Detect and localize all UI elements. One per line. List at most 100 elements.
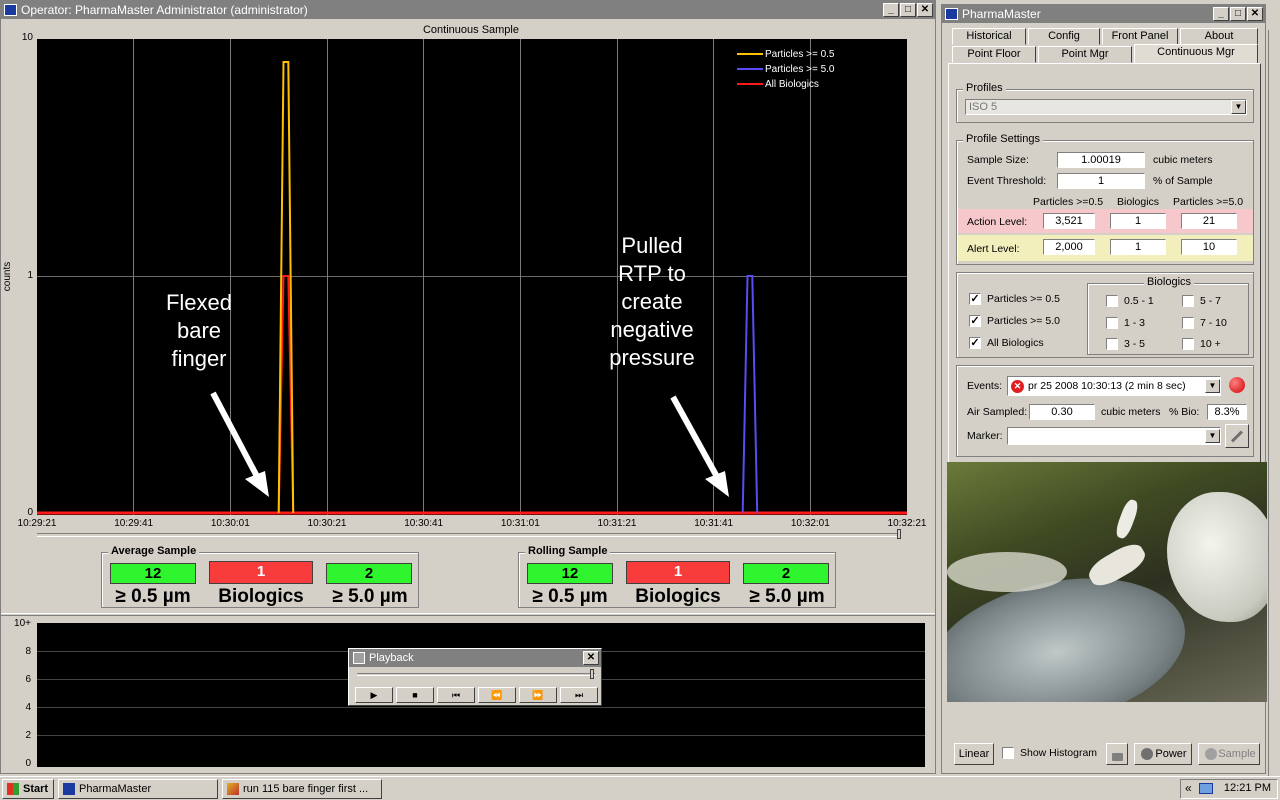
maximize-button[interactable]: □	[900, 3, 916, 17]
tab-about[interactable]: About	[1180, 28, 1258, 45]
hist-y-tick-2: 2	[25, 730, 31, 741]
avg-p50-value: 2	[326, 563, 412, 584]
pharmamaster-icon	[945, 8, 958, 20]
action-level-p05[interactable]: 3,521	[1043, 213, 1095, 229]
series-layer	[37, 61, 907, 515]
skip-start-button[interactable]: ⏮	[437, 687, 475, 703]
taskbar: Start PharmaMaster run 115 bare finger f…	[0, 776, 1280, 800]
pane-splitter[interactable]	[1, 613, 935, 616]
col-header-p05: Particles >=0.5	[1033, 196, 1104, 208]
alert-level-p50[interactable]: 10	[1181, 239, 1237, 255]
annotation-flexed-finger: Flexed bare finger	[165, 290, 233, 371]
continuous-sample-plot[interactable]: Particles >= 0.5 Particles >= 5.0 All Bi…	[37, 39, 907, 515]
pm-minimize-button[interactable]: _	[1213, 7, 1229, 21]
alert-level-bio[interactable]: 1	[1110, 239, 1166, 255]
arrow-right-icon	[670, 395, 729, 497]
tab-config[interactable]: Config	[1028, 28, 1100, 45]
chk-bio-5-7[interactable]	[1182, 295, 1194, 307]
bio-range-1-3: 1 - 3	[1124, 317, 1146, 329]
roll-p50-value: 2	[743, 563, 829, 584]
record-indicator-icon[interactable]	[1229, 377, 1245, 393]
playback-slider-thumb[interactable]	[590, 669, 594, 679]
chk-p05[interactable]: ✓	[969, 293, 981, 305]
tab-continuous-mgr[interactable]: Continuous Mgr	[1134, 44, 1258, 64]
bio-range-10-plus: 10 +	[1200, 338, 1221, 350]
event-threshold-field[interactable]: 1	[1057, 173, 1145, 189]
events-value: pr 25 2008 10:30:13 (2 min 8 sec)	[1028, 380, 1186, 392]
tab-historical[interactable]: Historical	[952, 28, 1026, 45]
chk-bio-10-plus[interactable]	[1182, 338, 1194, 350]
chk-bio-3-5[interactable]	[1106, 338, 1118, 350]
operator-window-title: Operator: PharmaMaster Administrator (ad…	[21, 3, 308, 17]
profiles-legend: Profiles	[963, 82, 1006, 94]
chk-p50[interactable]: ✓	[969, 315, 981, 327]
pencil-icon	[1230, 430, 1244, 443]
power-button[interactable]: Power	[1134, 743, 1192, 765]
y-tick-0: 0	[27, 507, 33, 518]
avg-p50-label: ≥ 5.0 µm	[332, 586, 408, 607]
hist-y-tick-8: 8	[25, 646, 31, 657]
biologics-group: Biologics 0.5 - 1 5 - 7 1 - 3 7 - 10 3 -…	[1087, 276, 1249, 355]
chk-bio[interactable]: ✓	[969, 337, 981, 349]
skip-end-button[interactable]: ⏭	[560, 687, 598, 703]
chk-bio-0-5-1[interactable]	[1106, 295, 1118, 307]
hist-y-tick-10: 10+	[14, 618, 31, 629]
show-histogram-checkbox[interactable]	[1002, 747, 1014, 759]
playback-slider[interactable]	[357, 673, 595, 676]
taskbar-item-pharmamaster[interactable]: PharmaMaster	[58, 779, 218, 799]
annotation-pulled-rtp: Pulled RTP to create negative pressure	[609, 233, 695, 370]
edit-marker-button[interactable]	[1225, 424, 1249, 448]
profile-dropdown-icon[interactable]: ▼	[1231, 100, 1246, 114]
lock-button[interactable]	[1106, 743, 1128, 765]
events-dropdown-icon[interactable]: ▼	[1205, 379, 1220, 393]
air-sampled-unit: cubic meters	[1101, 406, 1161, 418]
tab-point-floor[interactable]: Point Floor	[952, 46, 1036, 63]
profile-select[interactable]: ISO 5	[965, 99, 1247, 115]
hist-y-tick-0: 0	[25, 758, 31, 769]
rewind-button[interactable]: ⏪	[478, 687, 516, 703]
marker-dropdown-icon[interactable]: ▼	[1205, 429, 1220, 443]
average-sample-title: Average Sample	[108, 545, 200, 557]
chk-bio-1-3[interactable]	[1106, 317, 1118, 329]
tab-point-mgr[interactable]: Point Mgr	[1038, 46, 1132, 63]
marker-input[interactable]	[1007, 427, 1221, 445]
bio-range-3-5: 3 - 5	[1124, 338, 1146, 350]
start-button[interactable]: Start	[2, 779, 54, 799]
close-button[interactable]: ✕	[917, 3, 933, 17]
minimize-button[interactable]: _	[883, 3, 899, 17]
stop-button[interactable]: ■	[396, 687, 434, 703]
legend-item-p05: Particles >= 0.5	[737, 47, 834, 62]
action-level-bio[interactable]: 1	[1110, 213, 1166, 229]
alert-level-p05[interactable]: 2,000	[1043, 239, 1095, 255]
events-select[interactable]: ✕ pr 25 2008 10:30:13 (2 min 8 sec)	[1007, 376, 1221, 396]
fast-forward-button[interactable]: ⏩	[519, 687, 557, 703]
chk-p50-label: Particles >= 5.0	[987, 315, 1060, 327]
x-tick-label: 10:31:01	[500, 518, 540, 529]
timeline-scroll-thumb[interactable]	[897, 529, 901, 539]
sample-size-field[interactable]: 1.00019	[1057, 152, 1145, 168]
arrow-left-icon	[210, 391, 269, 497]
sample-button[interactable]: Sample	[1198, 743, 1260, 765]
taskbar-item-run115[interactable]: run 115 bare finger first ...	[222, 779, 382, 799]
linear-button[interactable]: Linear	[954, 743, 994, 765]
show-histogram-label: Show Histogram	[1020, 747, 1098, 759]
playback-close-button[interactable]: ✕	[583, 651, 599, 665]
pm-maximize-button[interactable]: □	[1230, 7, 1246, 21]
legend-item-bio: All Biologics	[737, 77, 834, 92]
pm-close-button[interactable]: ✕	[1247, 7, 1263, 21]
playback-titlebar: Playback ✕	[349, 649, 601, 667]
action-level-p50[interactable]: 21	[1181, 213, 1237, 229]
pm-window-title: PharmaMaster	[962, 7, 1041, 21]
timeline-scrollbar[interactable]	[37, 533, 901, 537]
power-icon	[1141, 748, 1153, 760]
monitor-icon[interactable]	[1199, 783, 1213, 794]
play-button[interactable]: ▶	[355, 687, 393, 703]
tab-front-panel[interactable]: Front Panel	[1102, 28, 1178, 45]
x-tick-label: 10:32:21	[887, 518, 927, 529]
x-tick-label: 10:30:01	[210, 518, 250, 529]
events-group: Events: ✕ pr 25 2008 10:30:13 (2 min 8 s…	[956, 365, 1254, 457]
chk-bio-7-10[interactable]	[1182, 317, 1194, 329]
tray-expand-button[interactable]: «	[1185, 781, 1192, 795]
rolling-sample-title: Rolling Sample	[525, 545, 611, 557]
roll-p05-label: ≥ 0.5 µm	[532, 586, 608, 607]
